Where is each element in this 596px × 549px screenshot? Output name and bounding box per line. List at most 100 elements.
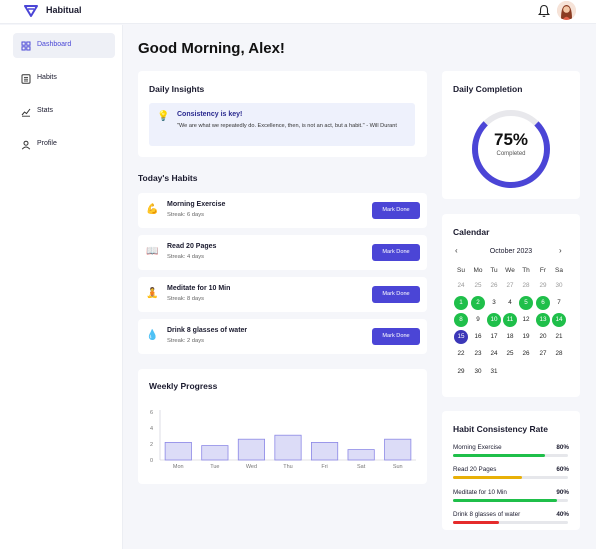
weekday-label: Mo [473, 267, 483, 274]
calendar-day[interactable]: 18 [503, 330, 517, 344]
water-drop-icon: 💧 [146, 330, 159, 341]
completion-card: Daily Completion 75% Completed [442, 71, 580, 199]
weekly-progress-card: Weekly Progress 0 2 4 6 Mon Tue Wed Thu Fri Sat Su… [138, 369, 427, 484]
logo-icon [24, 5, 38, 17]
calendar-day[interactable]: 16 [471, 330, 485, 344]
top-bar: Habitual [0, 0, 596, 24]
chart-icon [21, 108, 31, 117]
habit-name: Read 20 Pages [167, 243, 217, 250]
mark-done-button[interactable]: Mark Done [372, 328, 420, 345]
calendar-day[interactable]: 7 [552, 296, 566, 310]
rate-percent: 90% [556, 488, 569, 496]
habit-streak: Streak: 4 days [167, 254, 205, 260]
insights-card: Daily Insights 💡 Consistency is key! "We… [138, 71, 427, 157]
weekday-label: Th [522, 267, 530, 274]
sidebar: Dashboard Habits Stats Profile [0, 25, 123, 549]
habit-row: 💧 Drink 8 glasses of water Streak: 2 day… [138, 319, 427, 354]
habit-name: Morning Exercise [167, 201, 226, 208]
consistency-title: Habit Consistency Rate [453, 424, 548, 434]
calendar-day[interactable]: 19 [519, 330, 533, 344]
calendar-day[interactable]: 25 [471, 279, 485, 293]
x-tick-label: Wed [246, 464, 257, 470]
calendar-day[interactable]: 15 [454, 330, 468, 345]
rate-progress-track [453, 498, 568, 502]
bar [164, 442, 192, 461]
sidebar-item-label: Dashboard [37, 41, 72, 48]
calendar-day[interactable]: 30 [471, 365, 485, 379]
calendar-day[interactable]: 31 [487, 365, 501, 379]
completion-title: Daily Completion [453, 84, 523, 94]
habit-streak: Streak: 8 days [167, 296, 205, 302]
rate-progress-track [453, 476, 568, 480]
bar [347, 449, 375, 461]
sidebar-item-dashboard[interactable]: Dashboard [13, 33, 115, 58]
calendar-day[interactable]: 5 [519, 296, 533, 311]
calendar-day[interactable]: 11 [503, 313, 517, 328]
weekday-label: We [505, 267, 515, 274]
calendar-day[interactable]: 1 [454, 296, 468, 311]
x-tick-label: Tue [210, 464, 219, 470]
calendar-day[interactable]: 13 [536, 313, 550, 328]
consistency-card: Habit Consistency Rate Morning Exercise 8… [442, 411, 580, 530]
calendar-day[interactable]: 29 [536, 279, 550, 293]
quote-box: 💡 Consistency is key! "We are what we re… [149, 103, 415, 146]
rate-habit-name: Read 20 Pages [453, 466, 497, 474]
weekday-label: Su [457, 267, 465, 274]
muscle-icon: 💪 [146, 204, 159, 215]
bell-icon[interactable] [538, 4, 550, 18]
rate-progress-fill [453, 498, 557, 502]
calendar-day[interactable]: 27 [503, 279, 517, 293]
weekday-label: Fr [539, 267, 547, 274]
mark-done-button[interactable]: Mark Done [372, 202, 420, 219]
sidebar-item-habits[interactable]: Habits [13, 66, 115, 91]
calendar-day[interactable]: 10 [487, 313, 501, 328]
calendar-day[interactable]: 8 [454, 313, 468, 328]
rate-progress-track [453, 520, 568, 524]
calendar-day[interactable]: 2 [471, 296, 485, 311]
calendar-day[interactable]: 24 [454, 279, 468, 293]
page-title: Good Morning, Alex! [138, 40, 285, 57]
calendar-day[interactable]: 17 [487, 330, 501, 344]
calendar-day[interactable]: 22 [454, 347, 468, 361]
bar [237, 438, 265, 461]
calendar-day[interactable]: 26 [487, 279, 501, 293]
mark-done-button[interactable]: Mark Done [372, 286, 420, 303]
avatar[interactable] [557, 1, 576, 20]
calendar-day[interactable]: 29 [454, 365, 468, 379]
calendar-day[interactable]: 23 [471, 347, 485, 361]
bar [384, 438, 412, 461]
mark-done-button[interactable]: Mark Done [372, 244, 420, 261]
calendar-day[interactable]: 27 [536, 347, 550, 361]
y-tick-label: 2 [150, 442, 153, 448]
calendar-day[interactable]: 25 [503, 347, 517, 361]
insights-title: Daily Insights [149, 84, 205, 94]
calendar-day[interactable]: 14 [552, 313, 566, 328]
sidebar-item-stats[interactable]: Stats [13, 99, 115, 124]
habit-row: 📖 Read 20 Pages Streak: 4 days Mark Done [138, 235, 427, 270]
calendar-day[interactable]: 28 [552, 347, 566, 361]
calendar-day[interactable]: 24 [487, 347, 501, 361]
calendar-day[interactable]: 6 [536, 296, 550, 311]
calendar-day[interactable]: 30 [552, 279, 566, 293]
habit-streak: Streak: 2 days [167, 338, 205, 344]
rate-progress-fill [453, 454, 545, 457]
calendar-day[interactable]: 21 [552, 330, 566, 344]
calendar-day[interactable]: 3 [487, 296, 501, 310]
app-title: Habitual [46, 5, 82, 15]
calendar-day[interactable]: 20 [536, 330, 550, 344]
y-tick-label: 4 [150, 426, 153, 432]
calendar-day[interactable]: 26 [519, 347, 533, 361]
calendar-day[interactable]: 9 [471, 313, 485, 327]
calendar-card: Calendar ‹ › October 2023 Su Mo Tu We Th Fr Sa… [442, 214, 580, 397]
calendar-day[interactable]: 12 [519, 313, 533, 327]
list-icon [21, 74, 31, 84]
sidebar-item-profile[interactable]: Profile [13, 132, 115, 157]
calendar-day[interactable]: 28 [519, 279, 533, 293]
avatar-image [557, 1, 576, 20]
sidebar-item-label: Profile [37, 140, 57, 147]
calendar-day[interactable]: 4 [503, 296, 517, 310]
habit-name: Meditate for 10 Min [167, 285, 231, 292]
sidebar-item-label: Stats [37, 107, 53, 114]
x-tick-label: Fri [321, 464, 327, 470]
y-tick-label: 0 [150, 458, 153, 464]
